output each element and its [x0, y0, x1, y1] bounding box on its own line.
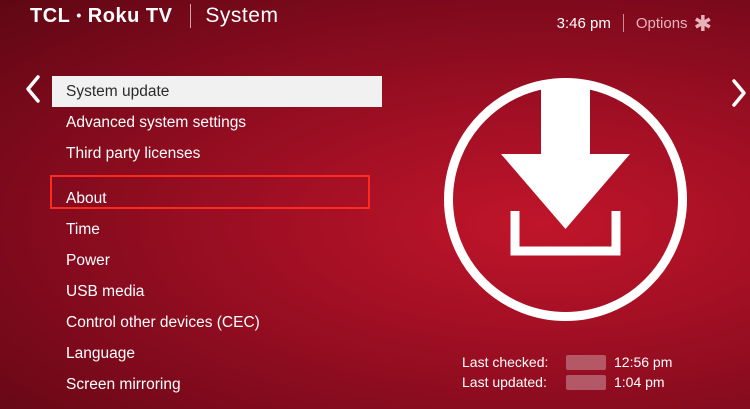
brand-header: TCL • Roku TV System	[30, 4, 278, 28]
menu-item-label: Language	[66, 344, 135, 362]
chevron-left-icon[interactable]	[24, 74, 42, 109]
menu-item-label: System update	[66, 82, 170, 100]
brand-roku: Roku TV	[87, 4, 173, 27]
last-updated-row: Last updated: 1:04 pm	[462, 372, 672, 392]
menu-item-advanced-system-settings[interactable]: Advanced system settings	[52, 107, 382, 138]
menu-item-usb-media[interactable]: USB media	[52, 276, 382, 307]
last-updated-time: 1:04 pm	[614, 374, 665, 390]
last-checked-row: Last checked: 12:56 pm	[462, 352, 672, 372]
asterisk-icon[interactable]: ✱	[694, 12, 712, 34]
about-highlight-box	[50, 175, 370, 209]
menu-item-label: Third party licenses	[66, 144, 201, 162]
menu-item-system-update[interactable]: System update	[52, 76, 382, 107]
menu-item-third-party-licenses[interactable]: Third party licenses	[52, 138, 382, 169]
header-divider	[190, 4, 192, 28]
menu-item-label: Time	[66, 220, 100, 238]
last-checked-time: 12:56 pm	[614, 354, 673, 370]
brand-tcl: TCL	[30, 4, 71, 27]
menu-item-language[interactable]: Language	[52, 338, 382, 369]
page-title: System	[205, 4, 279, 27]
menu-item-label: Power	[66, 251, 110, 269]
chevron-right-icon[interactable]	[730, 78, 748, 113]
menu-item-cec[interactable]: Control other devices (CEC)	[52, 307, 382, 338]
top-divider	[622, 14, 624, 32]
menu-item-screen-mirroring[interactable]: Screen mirroring	[52, 369, 382, 400]
menu-item-label: Screen mirroring	[66, 375, 181, 393]
brand-dot: •	[76, 7, 82, 23]
clock: 3:46 pm	[556, 14, 611, 32]
redacted-date	[566, 374, 606, 390]
update-info: Last checked: 12:56 pm Last updated: 1:0…	[462, 352, 672, 392]
menu-item-label: Advanced system settings	[66, 113, 247, 131]
redacted-date	[566, 354, 606, 370]
download-icon	[443, 77, 688, 327]
top-right-bar: 3:46 pm Options ✱	[556, 12, 712, 34]
menu-item-label: USB media	[66, 282, 145, 300]
menu-item-label: Control other devices (CEC)	[66, 313, 260, 331]
last-updated-label: Last updated:	[462, 374, 547, 390]
menu-item-time[interactable]: Time	[52, 214, 382, 245]
options-label[interactable]: Options	[636, 15, 688, 32]
settings-menu: System update Advanced system settings T…	[52, 76, 382, 400]
last-checked-label: Last checked:	[462, 354, 549, 370]
menu-item-power[interactable]: Power	[52, 245, 382, 276]
